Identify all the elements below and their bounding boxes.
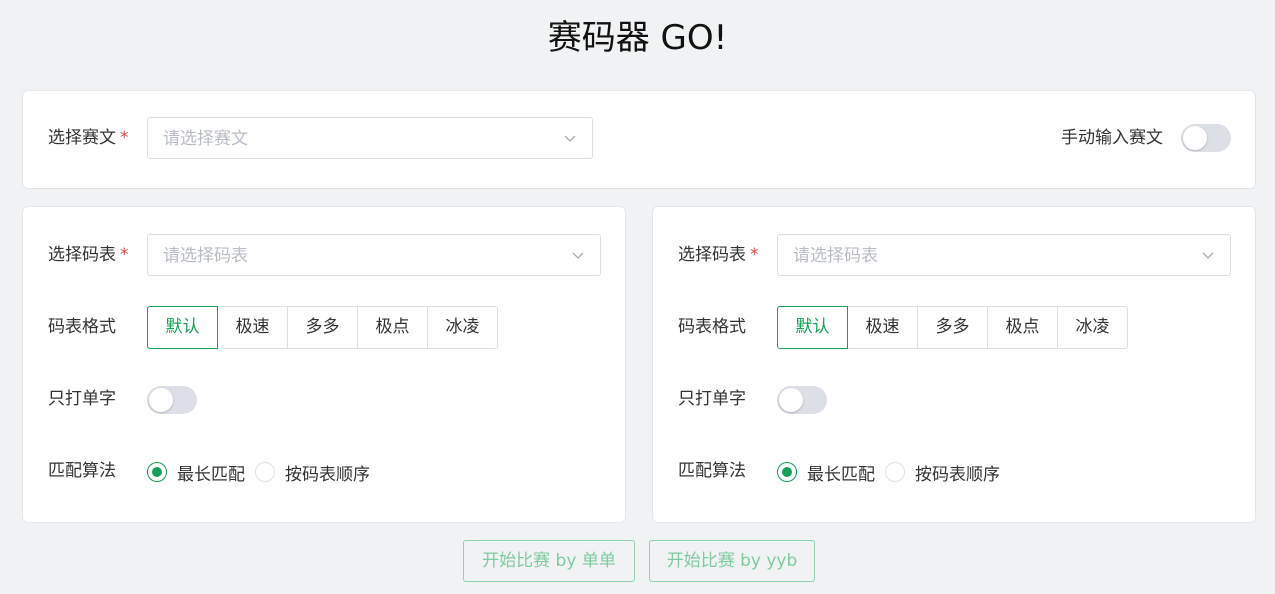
right-config-panel: 选择码表 * 请选择码表 码表格式 默认 极速 多多 极点 冰凌 只打单字 匹配算… — [652, 206, 1256, 523]
manual-input-label: 手动输入赛文 — [1061, 128, 1163, 148]
required-mark: * — [120, 245, 129, 265]
format-option-jidian[interactable]: 极点 — [357, 306, 428, 349]
algo-order-label: 按码表顺序 — [915, 464, 1000, 485]
table-select-placeholder: 请选择码表 — [793, 246, 878, 266]
single-char-label: 只打单字 — [678, 389, 746, 409]
format-option-duoduo[interactable]: 多多 — [287, 306, 358, 349]
format-label: 码表格式 — [48, 317, 116, 337]
text-select-dropdown[interactable]: 请选择赛文 — [147, 117, 593, 159]
radio-dot — [255, 462, 275, 482]
algo-label: 匹配算法 — [678, 461, 746, 481]
required-mark: * — [750, 245, 759, 265]
algo-longest-label: 最长匹配 — [177, 464, 245, 485]
switch-knob — [1183, 126, 1207, 150]
format-option-duoduo[interactable]: 多多 — [917, 306, 988, 349]
required-mark: * — [120, 128, 129, 148]
chevron-down-icon — [564, 135, 576, 142]
format-option-bingling[interactable]: 冰凌 — [427, 306, 498, 349]
table-select-dropdown[interactable]: 请选择码表 — [147, 234, 601, 276]
format-option-default[interactable]: 默认 — [777, 306, 848, 349]
algo-order-label: 按码表顺序 — [285, 464, 370, 485]
text-select-placeholder: 请选择赛文 — [163, 129, 248, 149]
algo-order-radio[interactable]: 按码表顺序 — [885, 460, 1000, 485]
switch-knob — [779, 388, 803, 412]
format-option-jisu[interactable]: 极速 — [847, 306, 918, 349]
radio-dot — [885, 462, 905, 482]
switch-knob — [149, 388, 173, 412]
radio-dot-checked — [777, 462, 797, 482]
start-by-dandan-button[interactable]: 开始比赛 by 单单 — [463, 540, 635, 582]
text-select-label: 选择赛文 * — [48, 127, 129, 149]
algo-longest-label: 最长匹配 — [807, 464, 875, 485]
algo-radio-group: 最长匹配 按码表顺序 — [147, 460, 380, 485]
radio-dot-checked — [147, 462, 167, 482]
left-config-panel: 选择码表 * 请选择码表 码表格式 默认 极速 多多 极点 冰凌 只打单字 匹配算… — [22, 206, 626, 523]
format-selector: 默认 极速 多多 极点 冰凌 — [147, 306, 498, 349]
table-select-label: 选择码表 * — [678, 244, 759, 266]
format-option-jisu[interactable]: 极速 — [217, 306, 288, 349]
text-select-card: 选择赛文 * 请选择赛文 手动输入赛文 — [22, 90, 1256, 189]
table-select-dropdown[interactable]: 请选择码表 — [777, 234, 1231, 276]
chevron-down-icon — [572, 252, 584, 259]
chevron-down-icon — [1202, 252, 1214, 259]
page-title: 赛码器 GO! — [547, 18, 728, 58]
table-select-label: 选择码表 * — [48, 244, 129, 266]
text-select-label-text: 选择赛文 — [48, 128, 116, 148]
format-option-bingling[interactable]: 冰凌 — [1057, 306, 1128, 349]
algo-longest-radio[interactable]: 最长匹配 — [777, 460, 875, 485]
algo-order-radio[interactable]: 按码表顺序 — [255, 460, 370, 485]
single-char-switch[interactable] — [777, 386, 827, 414]
table-select-label-text: 选择码表 — [48, 245, 116, 265]
table-select-label-text: 选择码表 — [678, 245, 746, 265]
table-select-placeholder: 请选择码表 — [163, 246, 248, 266]
algo-radio-group: 最长匹配 按码表顺序 — [777, 460, 1010, 485]
format-option-default[interactable]: 默认 — [147, 306, 218, 349]
algo-longest-radio[interactable]: 最长匹配 — [147, 460, 245, 485]
manual-input-switch[interactable] — [1181, 124, 1231, 152]
format-option-jidian[interactable]: 极点 — [987, 306, 1058, 349]
format-label: 码表格式 — [678, 317, 746, 337]
start-by-yyb-button[interactable]: 开始比赛 by yyb — [649, 540, 815, 582]
format-selector: 默认 极速 多多 极点 冰凌 — [777, 306, 1128, 349]
single-char-switch[interactable] — [147, 386, 197, 414]
algo-label: 匹配算法 — [48, 461, 116, 481]
single-char-label: 只打单字 — [48, 389, 116, 409]
